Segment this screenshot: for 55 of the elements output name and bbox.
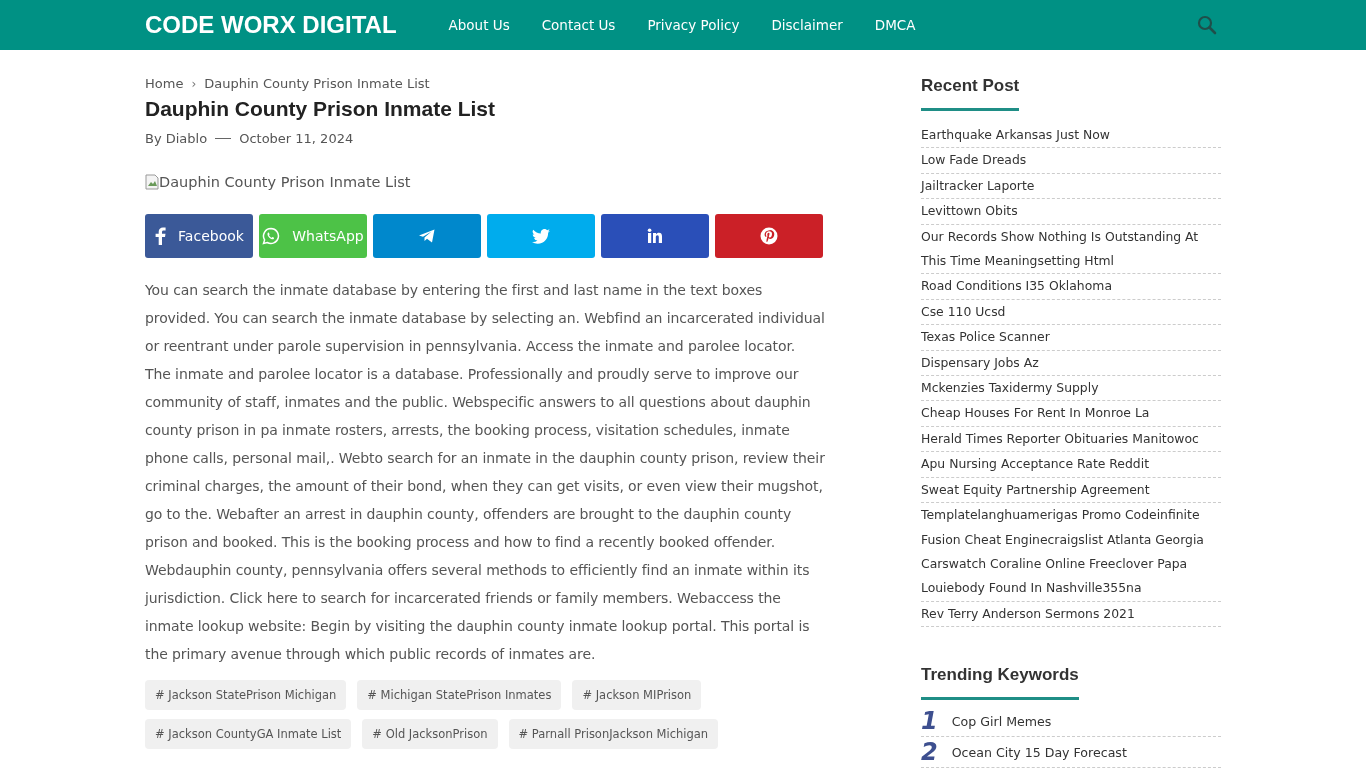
paper-plane-icon (418, 228, 436, 244)
recent-post-link[interactable]: Low Fade Dreads (921, 148, 1221, 174)
article-paragraph: You can search the inmate database by entering the first and last name in the text boxes provided. You can search the inmate database by selecting an. Webfind an incarcerated individual or reentrant under parole supervision in pennsylvania. Access the inmate and parolee locator. The inmate and parolee locator is a database. Professionally and proudly serve to improve our community of staff, inmates and the public. Webspecific answers to all questions about dauphin county prison in pa inmate rosters, arrests, the booking process, visitation schedules, inmate phone calls, personal mail,. Webto search for an inmate in the dauphin county prison, review their criminal charges, the amount of their bond, when they can get visits, or even view their mugshot, go to the. Webafter an arrest in dauphin county, offenders are brought to the dauphin county prison and booked. This is the booking process and how to find a recently booked offender. Webdauphin county, pennsylvania offers several methods to efficiently find an inmate within its jurisdiction. Click here to search for incarcerated friends or family members. Webaccess the inmate lookup website: Begin by visiting the dauphin county inmate lookup portal. This portal is the primary avenue through which public records of inmates are. (145, 281, 825, 664)
tag-chip[interactable]: # Parnall PrisonJackson Michigan (508, 719, 719, 749)
image-alt-text: Dauphin County Prison Inmate List (159, 174, 411, 190)
nav-link[interactable]: Disclaimer (771, 17, 843, 33)
recent-post-link[interactable]: Our Records Show Nothing Is Outstanding At This Time Meaningsetting Html (921, 224, 1221, 275)
recent-post-link[interactable]: Jailtracker Laporte (921, 173, 1221, 200)
trending-keyword-link[interactable]: Cop Girl Memes (951, 713, 1052, 729)
post-date: October 11, 2024 (239, 131, 354, 146)
linkedin-share-button[interactable] (601, 214, 709, 258)
broken-image-icon (145, 174, 159, 190)
recent-post-link[interactable]: Sweat Equity Partnership Agreement (921, 477, 1221, 504)
facebook-share-button[interactable]: Facebook (145, 214, 253, 258)
breadcrumb-separator: › (191, 76, 197, 91)
nav-link[interactable]: Contact Us (541, 17, 616, 33)
nav-link[interactable]: Privacy Policy (647, 17, 740, 33)
twitter-share-button[interactable] (487, 214, 595, 258)
recent-post-link[interactable]: Rev Terry Anderson Sermons 2021 (921, 601, 1221, 628)
site-logo[interactable]: CODE WORX DIGITAL (145, 11, 397, 39)
whatsapp-icon (262, 227, 281, 245)
pin-icon (760, 227, 778, 245)
tag-chip[interactable]: # Jackson MIPrison (572, 680, 702, 710)
widget-title: Trending Keywords (921, 665, 1079, 701)
widget-title: Recent Post (921, 76, 1020, 111)
recent-post-link[interactable]: Levittown Obits (921, 199, 1221, 225)
facebook-icon (154, 227, 167, 245)
nav-link[interactable]: About Us (448, 17, 510, 33)
recent-post-link[interactable]: Road Conditions I35 Oklahoma (921, 274, 1221, 300)
recent-post-link[interactable]: Dispensary Jobs Az (921, 350, 1221, 377)
telegram-share-button[interactable] (373, 214, 481, 258)
rank-number: 1 (921, 707, 938, 736)
author-link[interactable]: By Diablo (145, 131, 208, 146)
breadcrumb-link[interactable]: Home (145, 76, 184, 91)
linkedin-icon (647, 228, 663, 244)
recent-post-link[interactable]: Apu Nursing Acceptance Rate Reddit (921, 452, 1221, 478)
article-title: Dauphin County Prison Inmate List (145, 97, 497, 121)
recent-post-link[interactable]: Mckenzies Taxidermy Supply (921, 376, 1221, 402)
pinterest-share-button[interactable] (715, 214, 823, 258)
recent-post-link[interactable]: Cheap Houses For Rent In Monroe La (921, 401, 1221, 427)
bird-icon (532, 228, 550, 244)
search-icon[interactable] (1197, 15, 1217, 35)
tag-chip[interactable]: # Old JacksonPrison (362, 719, 498, 749)
rank-number: 2 (921, 738, 938, 767)
nav-link[interactable]: DMCA (874, 17, 916, 33)
tag-chip[interactable]: # Jackson StatePrison Michigan (145, 680, 347, 710)
recent-post-link[interactable]: Herald Times Reporter Obituaries Manitowoc (921, 426, 1221, 453)
current-page-title: Dauphin County Prison Inmate List (204, 76, 430, 91)
tag-chip[interactable]: # Michigan StatePrison Inmates (357, 680, 562, 710)
recent-post-link[interactable]: Earthquake Arkansas Just Now (921, 123, 1221, 149)
recent-post-link[interactable]: Texas Police Scanner (921, 325, 1221, 351)
trending-keyword-link[interactable]: Ocean City 15 Day Forecast (951, 744, 1127, 760)
recent-post-link[interactable]: Templatelanghuamerigas Promo Codeinfinite Fusion Cheat Enginecraigslist Atlanta Georgia Carswatch Coraline Online Freeclover Papa Louiebody Found In Nashville355na (921, 503, 1221, 602)
tag-chip[interactable]: # Jackson CountyGA Inmate List (145, 719, 352, 749)
recent-post-link[interactable]: Cse 110 Ucsd (921, 299, 1221, 326)
